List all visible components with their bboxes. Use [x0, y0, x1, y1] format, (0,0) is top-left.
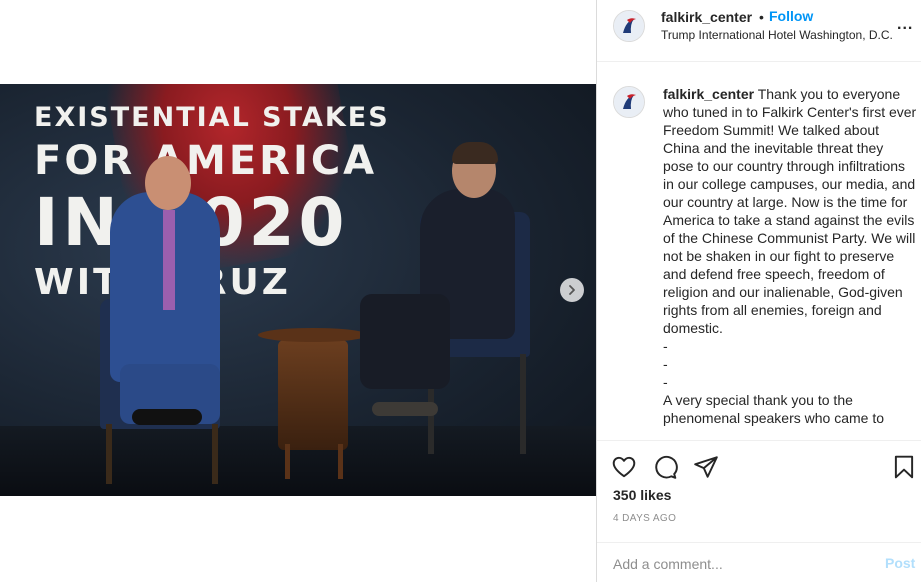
avatar[interactable]: [613, 86, 645, 118]
banner-line-1: EXISTENTIAL STAKES: [34, 102, 390, 133]
header-username[interactable]: falkirk_center: [661, 9, 752, 25]
post-header: falkirk_center • Follow Trump Internatio…: [597, 0, 921, 62]
side-table: [278, 340, 348, 450]
paper-plane-icon[interactable]: [693, 454, 719, 480]
left-chair-leg: [106, 424, 112, 484]
more-options-button[interactable]: ...: [897, 16, 913, 34]
comment-input[interactable]: [613, 553, 863, 575]
location-link[interactable]: Trump International Hotel Washington, D.…: [661, 28, 893, 42]
side-table-leg: [338, 444, 343, 479]
left-speaker-shoes: [132, 409, 202, 425]
header-separator: •: [759, 9, 764, 25]
side-table-leg: [285, 444, 290, 479]
caption-username[interactable]: falkirk_center: [663, 86, 754, 102]
right-speaker-legs: [360, 294, 450, 389]
post-side-panel: falkirk_center • Follow Trump Internatio…: [596, 0, 921, 582]
side-table-top: [258, 328, 368, 342]
falkirk-logo-icon: [614, 87, 644, 117]
likes-count[interactable]: 350 likes: [613, 487, 671, 503]
post-comment-button[interactable]: Post: [885, 555, 915, 571]
right-speaker-hair: [452, 142, 498, 164]
bookmark-icon[interactable]: [891, 454, 917, 480]
avatar[interactable]: [613, 10, 645, 42]
caption-area: falkirk_center Thank you to everyone who…: [597, 62, 921, 440]
falkirk-logo-icon: [614, 11, 644, 41]
post-timestamp[interactable]: 4 DAYS AGO: [613, 513, 676, 524]
post-actions: 350 likes 4 DAYS AGO: [597, 440, 921, 542]
right-speaker-shoes: [372, 402, 438, 416]
right-chair-leg: [520, 354, 526, 454]
post-media-area: EXISTENTIAL STAKES FOR AMERICA IN 2020 W…: [0, 0, 596, 582]
comment-bar: Post: [597, 542, 921, 582]
caption: falkirk_center Thank you to everyone who…: [663, 85, 917, 427]
comment-icon[interactable]: [652, 454, 678, 480]
chevron-right-icon: [569, 285, 575, 295]
left-speaker-tie: [163, 210, 175, 310]
banner-line-2: FOR AMERICA: [34, 138, 378, 184]
post-photo[interactable]: EXISTENTIAL STAKES FOR AMERICA IN 2020 W…: [0, 84, 596, 496]
heart-icon[interactable]: [611, 454, 637, 480]
caption-text: Thank you to everyone who tuned in to Fa…: [663, 86, 917, 426]
left-speaker-head: [145, 156, 191, 210]
left-chair-leg: [212, 424, 218, 484]
next-image-button[interactable]: [560, 278, 584, 302]
follow-button[interactable]: Follow: [769, 8, 813, 24]
